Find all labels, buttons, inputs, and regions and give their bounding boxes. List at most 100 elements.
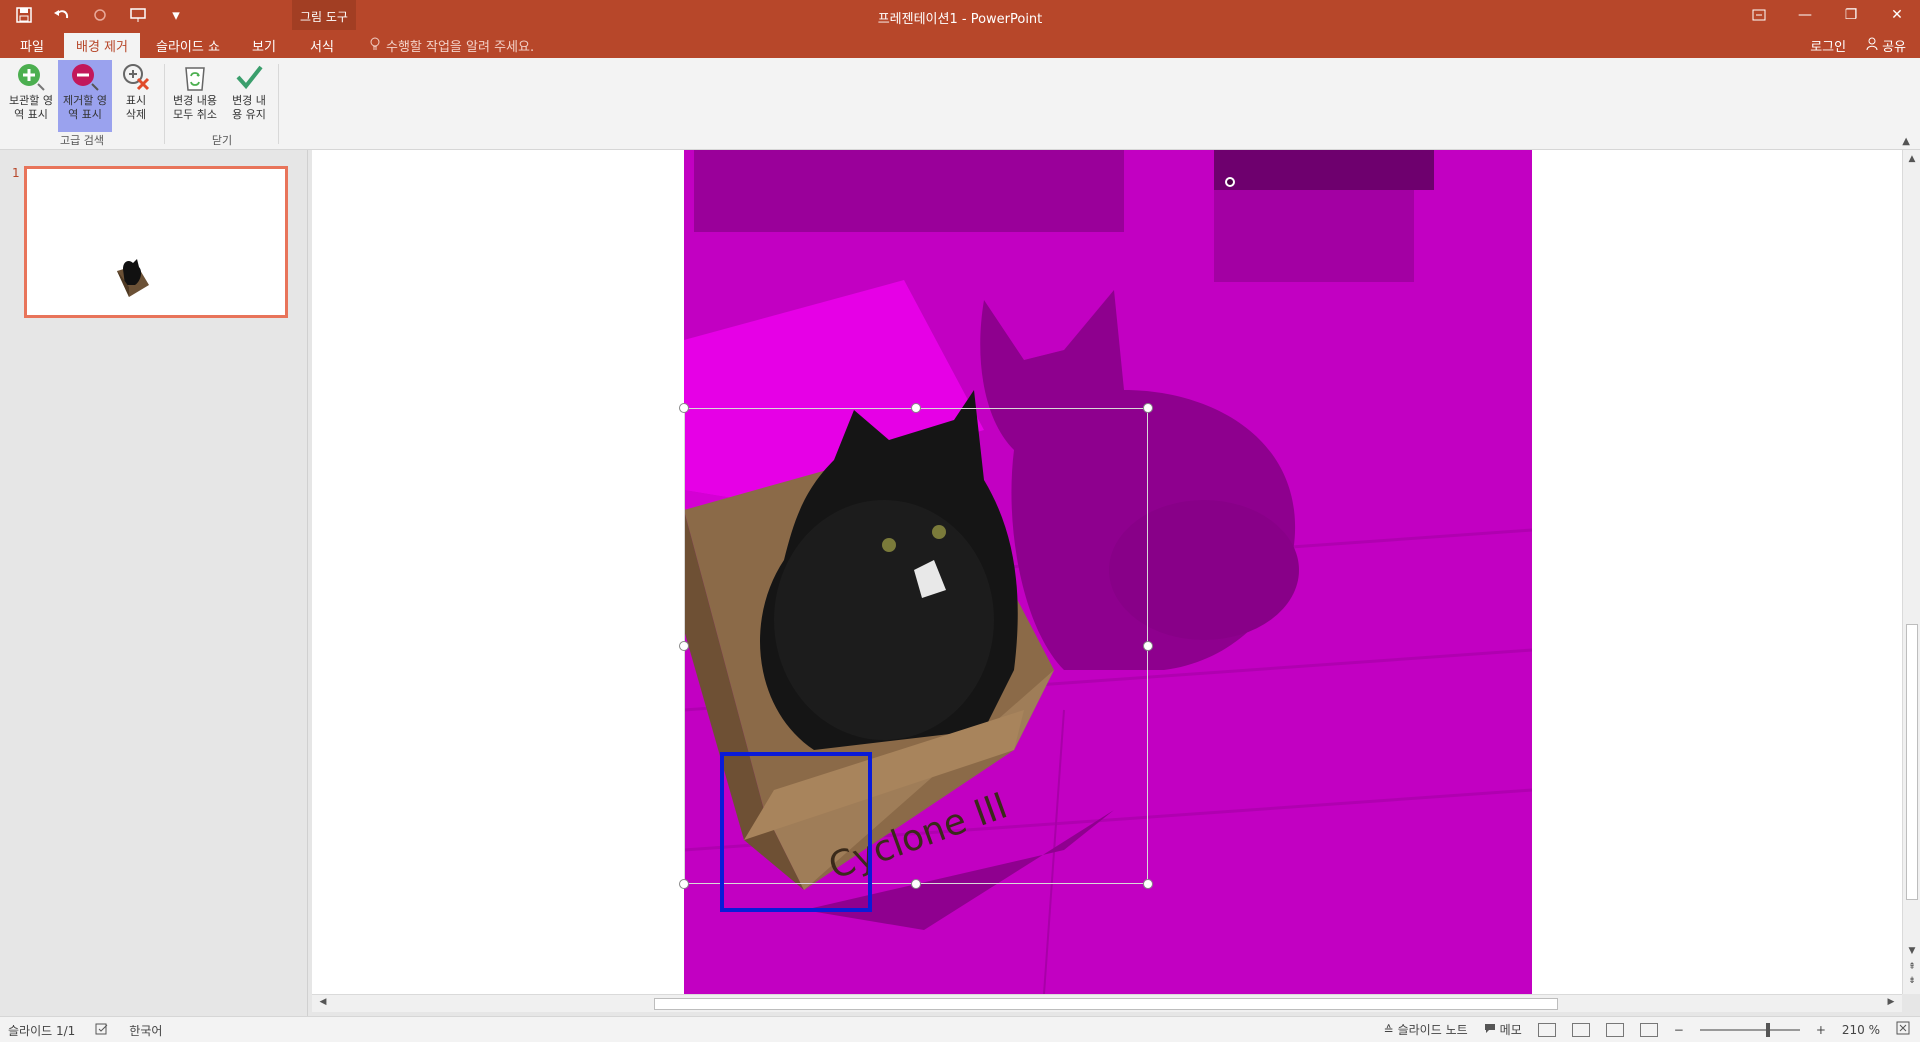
zoom-slider-knob[interactable] bbox=[1765, 1022, 1770, 1037]
comment-icon bbox=[1484, 1023, 1496, 1037]
status-bar: 슬라이드 1/1 한국어 ≙ 슬라이드 노트 메모 − + 210 % bbox=[0, 1016, 1920, 1042]
horizontal-scrollbar[interactable]: ◀ ▶ bbox=[312, 994, 1902, 1012]
delete-mark-icon bbox=[112, 60, 160, 94]
tab-format[interactable]: 서식 bbox=[298, 33, 346, 58]
tab-view[interactable]: 보기 bbox=[240, 33, 288, 58]
notes-icon: ≙ bbox=[1383, 1022, 1394, 1037]
keep-changes-button[interactable]: 변경 내 용 유지 bbox=[222, 60, 276, 132]
resize-handle[interactable] bbox=[1143, 641, 1153, 651]
slide-thumbnail[interactable] bbox=[24, 166, 288, 318]
discard-label-2: 모두 취소 bbox=[173, 108, 217, 121]
trash-icon bbox=[168, 60, 222, 94]
vertical-scrollbar[interactable]: ▲ ▼ ⇞ ⇟ bbox=[1902, 150, 1920, 994]
slide-editing-area: Cyclone III bbox=[312, 150, 1902, 994]
zoom-level[interactable]: 210 % bbox=[1842, 1023, 1880, 1037]
minus-circle-icon bbox=[58, 60, 112, 94]
fit-to-window-icon[interactable] bbox=[1896, 1021, 1910, 1038]
resize-handle[interactable] bbox=[1143, 403, 1153, 413]
resize-handle[interactable] bbox=[679, 879, 689, 889]
spelling-check-icon[interactable] bbox=[95, 1023, 109, 1038]
group-label-refine: 고급 검색 bbox=[60, 134, 104, 147]
thumbnail-picture bbox=[115, 257, 151, 299]
slide-counter: 슬라이드 1/1 bbox=[8, 1024, 76, 1038]
group-separator bbox=[164, 64, 165, 144]
group-separator bbox=[278, 64, 279, 144]
window-title: 프레젠테이션1 - PowerPoint bbox=[877, 12, 1043, 27]
login-link[interactable]: 로그인 bbox=[1810, 36, 1846, 55]
tab-file[interactable]: 파일 bbox=[8, 33, 56, 58]
mark-cursor-icon bbox=[1225, 177, 1235, 187]
resize-handle[interactable] bbox=[679, 403, 689, 413]
scroll-up-icon[interactable]: ▲ bbox=[1905, 154, 1919, 164]
window-controls: — ❐ ✕ bbox=[1736, 0, 1920, 30]
discard-label-1: 변경 내용 bbox=[173, 94, 217, 107]
resize-handle[interactable] bbox=[679, 641, 689, 651]
previous-slide-icon[interactable]: ⇞ bbox=[1905, 962, 1919, 972]
language-indicator[interactable]: 한국어 bbox=[129, 1022, 162, 1039]
undo-icon[interactable] bbox=[46, 1, 78, 29]
remove-label-2: 역 표시 bbox=[68, 108, 102, 121]
picture-tools-label: 그림 도구 bbox=[300, 10, 348, 24]
ribbon: 보관할 영 역 표시 제거할 영 역 표시 표시 삭제 고급 검색 변경 내용 … bbox=[0, 58, 1920, 150]
resize-handle[interactable] bbox=[911, 403, 921, 413]
horizontal-scroll-thumb[interactable] bbox=[654, 998, 1558, 1010]
keep-changes-label-2: 용 유지 bbox=[232, 108, 266, 121]
present-icon[interactable] bbox=[122, 1, 154, 29]
person-icon bbox=[1866, 37, 1878, 55]
group-label-close: 닫기 bbox=[211, 134, 233, 147]
scroll-left-icon[interactable]: ◀ bbox=[316, 997, 330, 1007]
share-label: 공유 bbox=[1882, 40, 1906, 55]
slide-number: 1 bbox=[12, 166, 20, 180]
notes-label: 슬라이드 노트 bbox=[1397, 1023, 1468, 1037]
mark-areas-to-keep-button[interactable]: 보관할 영 역 표시 bbox=[4, 60, 58, 132]
resize-handle[interactable] bbox=[1143, 879, 1153, 889]
mark-areas-to-remove-button[interactable]: 제거할 영 역 표시 bbox=[58, 60, 112, 132]
slide-thumbnail-pane: 1 bbox=[0, 150, 308, 1016]
comments-button[interactable]: 메모 bbox=[1484, 1021, 1522, 1038]
restore-icon[interactable]: ❐ bbox=[1828, 0, 1874, 30]
quick-access-toolbar: ▾ bbox=[8, 0, 192, 30]
resize-handle[interactable] bbox=[911, 879, 921, 889]
ribbon-tabs: 파일 배경 제거 슬라이드 쇼 보기 서식 수행할 작업을 알려 주세요. 로그… bbox=[0, 30, 1920, 58]
checkmark-icon bbox=[222, 60, 276, 94]
customize-icon[interactable]: ▾ bbox=[160, 1, 192, 29]
tab-remove-background[interactable]: 배경 제거 bbox=[64, 33, 140, 58]
normal-view-icon[interactable] bbox=[1537, 1022, 1556, 1037]
minimize-icon[interactable]: — bbox=[1782, 0, 1828, 30]
comments-label: 메모 bbox=[1499, 1023, 1522, 1037]
slide-sorter-view-icon[interactable] bbox=[1571, 1022, 1590, 1037]
collapse-ribbon-icon[interactable]: ▲ bbox=[1902, 136, 1910, 147]
zoom-out-button[interactable]: − bbox=[1674, 1023, 1684, 1037]
zoom-slider[interactable] bbox=[1699, 1022, 1800, 1037]
plus-circle-icon bbox=[4, 60, 58, 94]
keep-label-2: 역 표시 bbox=[14, 108, 48, 121]
tab-slide-show[interactable]: 슬라이드 쇼 bbox=[144, 33, 232, 58]
reading-view-icon[interactable] bbox=[1605, 1022, 1624, 1037]
save-icon[interactable] bbox=[8, 1, 40, 29]
share-button[interactable]: 공유 bbox=[1866, 36, 1906, 55]
remove-label-1: 제거할 영 bbox=[63, 94, 107, 107]
notes-button[interactable]: ≙ 슬라이드 노트 bbox=[1384, 1021, 1468, 1038]
ribbon-display-options-icon[interactable] bbox=[1736, 0, 1782, 30]
status-right: ≙ 슬라이드 노트 메모 − + 210 % bbox=[1384, 1021, 1910, 1038]
vertical-scroll-thumb[interactable] bbox=[1906, 624, 1918, 900]
redo-icon[interactable] bbox=[84, 1, 116, 29]
delete-mark-button[interactable]: 표시 삭제 bbox=[112, 60, 160, 132]
tell-me-box[interactable]: 수행할 작업을 알려 주세요. bbox=[370, 33, 534, 58]
delete-label-1: 표시 bbox=[125, 94, 147, 107]
close-icon[interactable]: ✕ bbox=[1874, 0, 1920, 30]
zoom-in-button[interactable]: + bbox=[1816, 1023, 1826, 1037]
lightbulb-icon bbox=[370, 37, 380, 55]
keep-changes-label-1: 변경 내 bbox=[232, 94, 266, 107]
slide-show-view-icon[interactable] bbox=[1639, 1022, 1658, 1037]
title-bar: ▾ 그림 도구 프레젠테이션1 - PowerPoint — ❐ ✕ bbox=[0, 0, 1920, 58]
slide-canvas[interactable]: Cyclone III bbox=[312, 150, 1902, 994]
keep-label-1: 보관할 영 bbox=[9, 94, 53, 107]
scroll-right-icon[interactable]: ▶ bbox=[1884, 997, 1898, 1007]
status-left: 슬라이드 1/1 한국어 bbox=[8, 1022, 162, 1039]
tell-me-placeholder: 수행할 작업을 알려 주세요. bbox=[386, 40, 535, 55]
highlight-box bbox=[720, 752, 872, 912]
next-slide-icon[interactable]: ⇟ bbox=[1905, 976, 1919, 986]
discard-all-changes-button[interactable]: 변경 내용 모두 취소 bbox=[168, 60, 222, 132]
scroll-down-icon[interactable]: ▼ bbox=[1905, 946, 1919, 956]
